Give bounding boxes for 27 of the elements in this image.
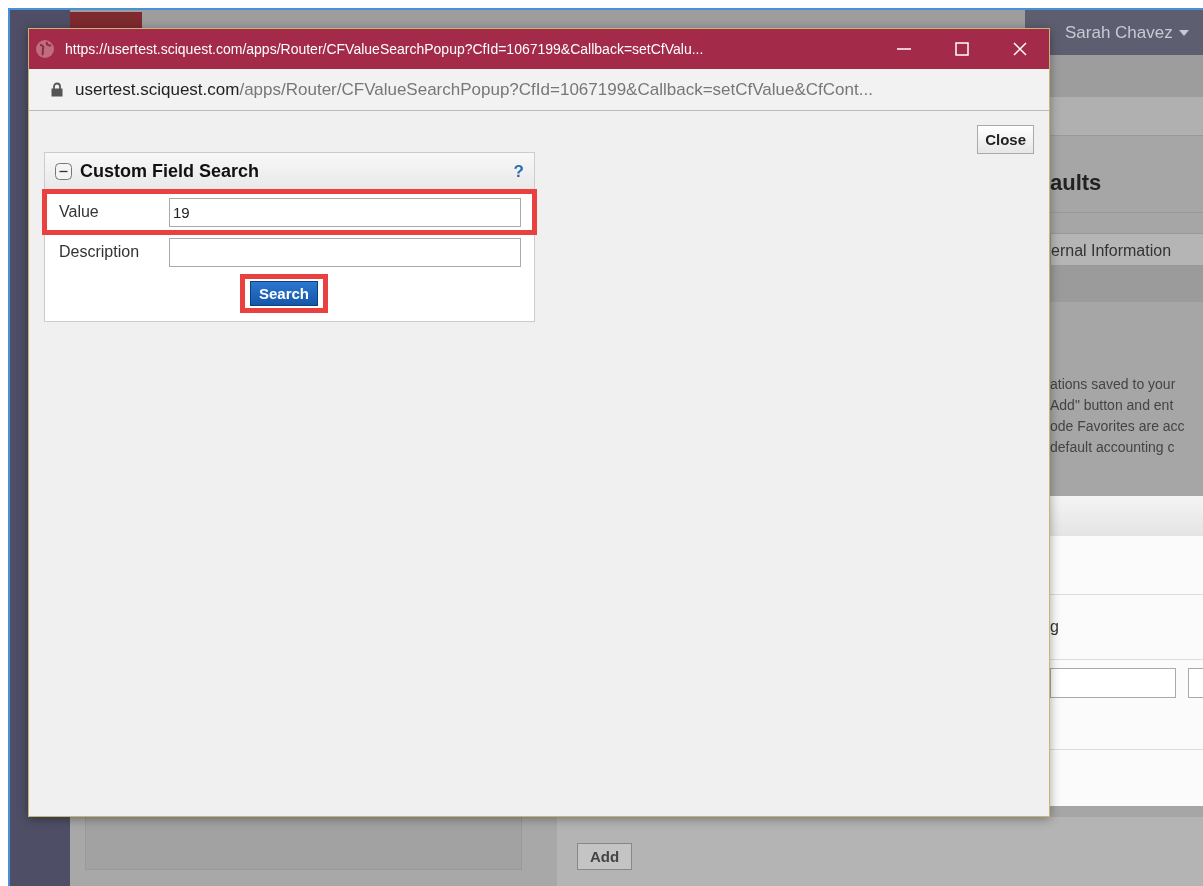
help-link[interactable]: ? <box>513 161 524 182</box>
field-label: Value <box>59 203 100 221</box>
caret-icon <box>1178 29 1189 36</box>
note-line: ode Favorites are acc <box>1050 417 1186 436</box>
note-line: ations saved to your <box>1050 375 1177 394</box>
tab[interactable]: ernal Information <box>1050 233 1203 266</box>
field-label: Description <box>59 243 141 261</box>
input-field[interactable]: 19 <box>169 197 521 227</box>
note-line: default accounting c <box>1050 438 1176 457</box>
url-text: usertest.sciquest.com/apps/Router/CFValueSearchPopup?CfId=1067199&Callback=setCfValue&CfCont... <box>75 79 873 100</box>
note-line: Add" button and ent <box>1050 396 1175 415</box>
window-title: https://usertest.sciquest.com/apps/Router/CFValueSearchPopup?CfId=1067199&Callback=setCfValu... <box>65 41 705 57</box>
collapse-icon[interactable] <box>55 163 72 180</box>
close-button[interactable]: Close <box>977 125 1034 154</box>
minimize-icon <box>896 48 912 50</box>
text-area[interactable] <box>85 817 522 870</box>
lock-icon <box>51 82 63 97</box>
close-icon <box>1012 41 1028 57</box>
input-field[interactable] <box>1050 668 1176 698</box>
globe-icon <box>35 39 55 59</box>
panel-title: Custom Field Search <box>80 161 261 182</box>
input-field[interactable] <box>169 237 521 267</box>
add-button[interactable]: Add <box>577 843 633 870</box>
card-text: g <box>1050 618 1059 636</box>
user-menu[interactable]: Sarah Chavez <box>1025 10 1203 55</box>
maximize-icon <box>954 41 970 57</box>
search-button[interactable]: Search <box>250 281 319 306</box>
